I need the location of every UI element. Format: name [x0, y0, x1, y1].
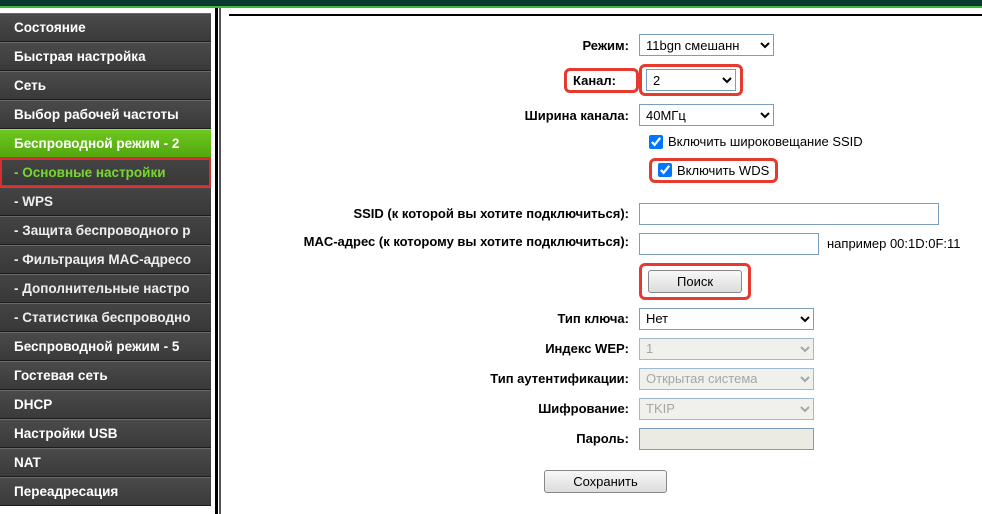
- sidebar-item-label: Быстрая настройка: [14, 49, 146, 64]
- sidebar-item-wireless-stats[interactable]: - Статистика беспроводно: [0, 303, 211, 332]
- mac-label: MAC-адрес (к которому вы хотите подключи…: [239, 233, 639, 251]
- sidebar-item-mac-filter[interactable]: - Фильтрация MAC-адресо: [0, 245, 211, 274]
- page-container: Состояние Быстрая настройка Сеть Выбор р…: [0, 8, 982, 514]
- row-wds: Включить WDS: [649, 158, 972, 183]
- wds-highlight: Включить WDS: [649, 158, 778, 183]
- sidebar-item-network[interactable]: Сеть: [0, 71, 211, 100]
- sidebar-item-band-select[interactable]: Выбор рабочей частоты: [0, 100, 211, 129]
- sidebar-item-label: Настройки USB: [14, 426, 117, 441]
- sidebar-item-wireless-security[interactable]: - Защита беспроводного р: [0, 216, 211, 245]
- row-ssid-broadcast: Включить широковещание SSID: [649, 134, 972, 152]
- ssid-input[interactable]: [639, 203, 939, 225]
- row-ssid: SSID (к которой вы хотите подключиться):: [239, 203, 972, 225]
- enc-label: Шифрование:: [239, 401, 639, 416]
- sidebar-item-forwarding[interactable]: Переадресация: [0, 477, 211, 506]
- width-select[interactable]: 40МГц: [639, 104, 774, 126]
- sidebar-item-basic-settings[interactable]: - Основные настройки: [0, 158, 211, 187]
- ssid-broadcast-checkbox[interactable]: [649, 135, 663, 149]
- mode-label: Режим:: [239, 38, 639, 53]
- sidebar-item-label: - Основные настройки: [14, 165, 166, 180]
- pwd-input: [639, 428, 814, 450]
- pwd-label: Пароль:: [239, 431, 639, 446]
- search-button[interactable]: Поиск: [648, 270, 742, 293]
- sidebar-item-label: Выбор рабочей частоты: [14, 107, 179, 122]
- row-wepidx: Индекс WEP: 1: [239, 338, 972, 360]
- wds-text: Включить WDS: [677, 163, 769, 178]
- channel-select-highlight: 2: [639, 64, 743, 96]
- sidebar-item-guest-network[interactable]: Гостевая сеть: [0, 361, 211, 390]
- row-channel: Канал: 2: [239, 64, 972, 96]
- wds-checkbox-label[interactable]: Включить WDS: [658, 163, 769, 178]
- sidebar-item-wps[interactable]: - WPS: [0, 187, 211, 216]
- enc-select: TKIP: [639, 398, 814, 420]
- wepidx-label: Индекс WEP:: [239, 341, 639, 356]
- sidebar-item-label: Сеть: [14, 78, 46, 93]
- sidebar-item-label: - WPS: [14, 194, 53, 209]
- sidebar-item-label: Беспроводной режим - 5: [14, 339, 179, 354]
- sidebar-item-nat[interactable]: NAT: [0, 448, 211, 477]
- channel-label: Канал:: [573, 73, 630, 88]
- sidebar-item-label: DHCP: [14, 397, 52, 412]
- ssid-broadcast-checkbox-label[interactable]: Включить широковещание SSID: [649, 134, 863, 149]
- sidebar-item-wireless-5g[interactable]: Беспроводной режим - 5: [0, 332, 211, 361]
- main-panel: Режим: 11bgn смешанн Канал:: [229, 8, 982, 514]
- sidebar-item-label: - Защита беспроводного р: [14, 223, 190, 238]
- row-mode: Режим: 11bgn смешанн: [239, 34, 972, 56]
- sidebar-item-label: Переадресация: [14, 484, 118, 499]
- keytype-select[interactable]: Нет: [639, 308, 814, 330]
- sidebar-item-label: Гостевая сеть: [14, 368, 108, 383]
- sidebar-item-status[interactable]: Состояние: [0, 13, 211, 42]
- save-button[interactable]: Сохранить: [544, 470, 667, 493]
- sidebar: Состояние Быстрая настройка Сеть Выбор р…: [0, 13, 211, 506]
- top-accent-bar: [0, 0, 982, 8]
- sidebar-item-usb-settings[interactable]: Настройки USB: [0, 419, 211, 448]
- sidebar-item-label: - Дополнительные настро: [14, 281, 190, 296]
- sidebar-item-label: Состояние: [14, 20, 86, 35]
- row-enc: Шифрование: TKIP: [239, 398, 972, 420]
- mac-input[interactable]: [639, 233, 819, 255]
- vertical-separator: [215, 8, 229, 514]
- row-pwd: Пароль:: [239, 428, 972, 450]
- mac-hint: например 00:1D:0F:11: [827, 236, 961, 251]
- search-highlight: Поиск: [639, 263, 751, 300]
- row-keytype: Тип ключа: Нет: [239, 308, 972, 330]
- ssid-broadcast-text: Включить широковещание SSID: [668, 134, 863, 149]
- keytype-label: Тип ключа:: [239, 311, 639, 326]
- mode-select[interactable]: 11bgn смешанн: [639, 34, 774, 56]
- width-label: Ширина канала:: [239, 108, 639, 123]
- row-mac: MAC-адрес (к которому вы хотите подключи…: [239, 233, 972, 255]
- ssid-label: SSID (к которой вы хотите подключиться):: [239, 206, 639, 221]
- wepidx-select: 1: [639, 338, 814, 360]
- sidebar-item-wireless-2g[interactable]: Беспроводной режим - 2: [0, 129, 211, 158]
- sidebar-item-label: - Статистика беспроводно: [14, 310, 190, 325]
- form-area: Режим: 11bgn смешанн Канал:: [229, 14, 982, 503]
- sidebar-item-advanced[interactable]: - Дополнительные настро: [0, 274, 211, 303]
- sidebar-item-label: NAT: [14, 455, 41, 470]
- sidebar-item-quick-setup[interactable]: Быстрая настройка: [0, 42, 211, 71]
- sidebar-item-label: - Фильтрация MAC-адресо: [14, 252, 191, 267]
- row-width: Ширина канала: 40МГц: [239, 104, 972, 126]
- auth-label: Тип аутентификации:: [239, 371, 639, 386]
- channel-highlight: Канал:: [564, 68, 639, 93]
- auth-select: Открытая система: [639, 368, 814, 390]
- wds-checkbox[interactable]: [658, 163, 672, 177]
- row-auth: Тип аутентификации: Открытая система: [239, 368, 972, 390]
- sidebar-item-dhcp[interactable]: DHCP: [0, 390, 211, 419]
- sidebar-item-label: Беспроводной режим - 2: [14, 136, 179, 151]
- row-save: Сохранить: [239, 470, 972, 493]
- row-search: Поиск: [239, 263, 972, 300]
- channel-select[interactable]: 2: [646, 69, 736, 91]
